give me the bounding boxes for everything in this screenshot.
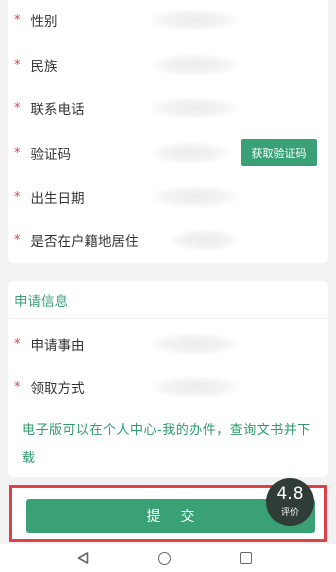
- field-label: 领取方式: [30, 381, 85, 397]
- blurred-value: [150, 54, 240, 76]
- field-gender[interactable]: * 性别: [14, 8, 58, 32]
- system-nav-bar: [0, 544, 336, 572]
- field-label: 申请事由: [30, 338, 85, 354]
- field-verification-code[interactable]: * 验证码: [14, 141, 71, 165]
- divider: [8, 318, 328, 319]
- required-mark: *: [14, 145, 21, 161]
- blurred-value: [150, 9, 240, 31]
- blurred-value: [150, 186, 240, 208]
- rating-label: 评价: [280, 508, 299, 518]
- field-phone[interactable]: * 联系电话: [14, 96, 85, 120]
- get-code-button[interactable]: 获取验证码: [241, 139, 317, 166]
- required-mark: *: [14, 12, 21, 28]
- blurred-value: [150, 142, 230, 164]
- rating-score: 4.8: [276, 484, 304, 504]
- required-mark: *: [14, 189, 21, 205]
- required-mark: *: [14, 379, 21, 395]
- field-ethnicity[interactable]: * 民族: [14, 53, 58, 77]
- recent-square-icon[interactable]: [240, 552, 252, 564]
- home-circle-icon[interactable]: [158, 552, 171, 565]
- field-residence[interactable]: * 是否在户籍地居住: [14, 228, 139, 252]
- field-application-reason[interactable]: * 申请事由: [14, 332, 85, 356]
- field-label: 性别: [30, 14, 58, 30]
- notice-text: 电子版可以在个人中心-我的办件，查询文书并下载: [22, 423, 311, 466]
- field-pickup-method[interactable]: * 领取方式: [14, 375, 85, 399]
- section-title: 申请信息: [14, 294, 68, 310]
- field-label: 出生日期: [30, 191, 85, 207]
- rating-badge[interactable]: 4.8 评价: [266, 478, 314, 526]
- required-mark: *: [14, 57, 21, 73]
- blurred-value: [150, 333, 240, 355]
- required-mark: *: [14, 336, 21, 352]
- field-label: 民族: [30, 59, 58, 75]
- field-birth-date[interactable]: * 出生日期: [14, 185, 85, 209]
- field-label: 验证码: [30, 147, 72, 163]
- required-mark: *: [14, 232, 21, 248]
- back-triangle-icon[interactable]: [77, 552, 89, 564]
- required-mark: *: [14, 100, 21, 116]
- field-label: 联系电话: [30, 102, 85, 118]
- field-label: 是否在户籍地居住: [30, 234, 139, 250]
- blurred-value: [170, 229, 240, 251]
- blurred-value: [150, 376, 240, 398]
- blurred-value: [150, 97, 240, 119]
- personal-info-card: [8, 0, 328, 263]
